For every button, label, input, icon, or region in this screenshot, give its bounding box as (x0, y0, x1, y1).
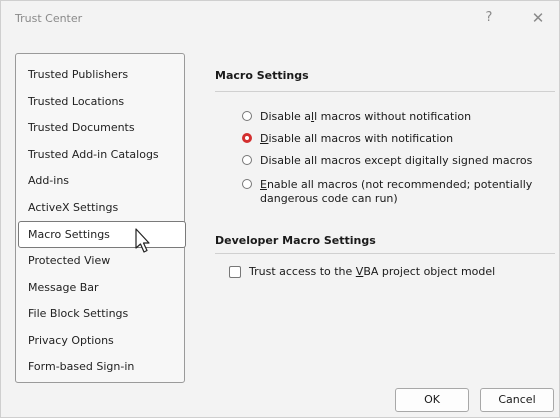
macro-settings-heading: Macro Settings (215, 69, 309, 82)
category-list: Trusted Publishers Trusted Locations Tru… (15, 53, 186, 383)
nav-item-trusted-add-in-catalogs[interactable]: Trusted Add-in Catalogs (16, 142, 184, 169)
nav-item-activex-settings[interactable]: ActiveX Settings (16, 195, 184, 222)
nav-item-macro-settings[interactable]: Macro Settings (18, 221, 186, 253)
radio-button[interactable] (242, 111, 252, 121)
nav-item-privacy-options[interactable]: Privacy Options (16, 328, 184, 355)
title-bar: Trust Center ? ✕ (1, 1, 559, 35)
trust-vba-checkbox[interactable] (229, 266, 241, 278)
radio-button[interactable] (242, 179, 252, 189)
help-button[interactable]: ? (474, 7, 504, 29)
nav-item-message-bar[interactable]: Message Bar (16, 275, 184, 302)
window-title: Trust Center (15, 12, 83, 25)
nav-item-trusted-publishers[interactable]: Trusted Publishers (16, 62, 184, 89)
radio-label: Disable all macros without notification (260, 110, 472, 123)
macro-settings-divider (215, 91, 555, 92)
radio-label: Enable all macros (not recommended; pote… (260, 178, 533, 205)
ok-button[interactable]: OK (395, 388, 469, 412)
nav-item-trusted-documents[interactable]: Trusted Documents (16, 115, 184, 142)
radio-label: Disable all macros except digitally sign… (260, 154, 533, 167)
nav-item-macro-settings-label: Macro Settings (28, 228, 110, 241)
trust-center-dialog: Trust Center ? ✕ Trusted Publishers Trus… (0, 0, 560, 418)
nav-item-add-ins[interactable]: Add-ins (16, 168, 184, 195)
nav-item-trusted-locations[interactable]: Trusted Locations (16, 89, 184, 116)
nav-item-file-block-settings[interactable]: File Block Settings (16, 301, 184, 328)
radio-button[interactable] (242, 155, 252, 165)
nav-item-protected-view[interactable]: Protected View (16, 248, 184, 275)
developer-settings-divider (215, 253, 555, 254)
radio-label: Disable all macros with notification (260, 132, 454, 145)
radio-button-selected[interactable] (242, 133, 252, 143)
trust-vba-label: Trust access to the VBA project object m… (249, 265, 496, 278)
developer-macro-settings-heading: Developer Macro Settings (215, 234, 376, 247)
cancel-button[interactable]: Cancel (480, 388, 554, 412)
close-button[interactable]: ✕ (523, 7, 553, 29)
nav-item-form-based-sign-in[interactable]: Form-based Sign-in (16, 354, 184, 381)
